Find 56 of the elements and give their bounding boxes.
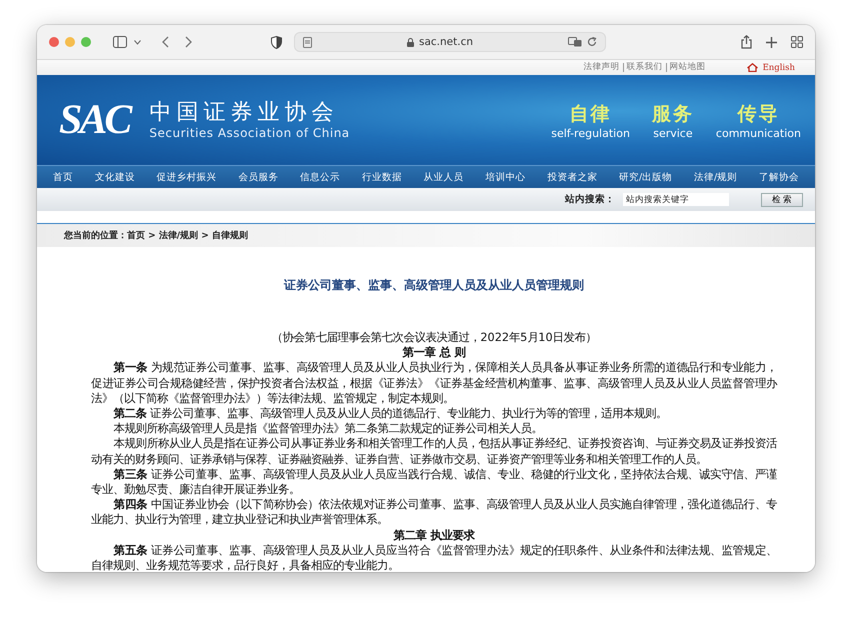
nav-link[interactable]: 从业人员 (424, 170, 464, 184)
page-icon (303, 36, 312, 48)
slogan-caption: self-regulation (551, 126, 630, 140)
slogan-caption: service (653, 126, 693, 140)
tab-overview-icon[interactable] (791, 36, 803, 48)
article-paragraph: 第四条 中国证券业协会（以下简称协会）依法依规对证券公司董事、监事、高级管理人员及从业人员实施自律管理，强化道德品行、专业能力、执业行为管理，建立执业登记和执业声誉管理体系。 (91, 497, 777, 528)
nav-link[interactable]: 了解协会 (759, 170, 799, 184)
search-field[interactable]: 站内搜索关键字 (623, 193, 729, 206)
nav-link[interactable]: 信息公示 (300, 170, 340, 184)
back-icon[interactable] (162, 36, 169, 48)
forward-icon[interactable] (185, 36, 192, 48)
address-bar[interactable]: sac.net.cn (294, 32, 606, 52)
nav-link[interactable]: 会员服务 (238, 170, 278, 184)
top-link[interactable]: 网站地图 (666, 63, 709, 72)
nav-link[interactable]: 促进乡村振兴 (156, 170, 217, 184)
nav-link[interactable]: 行业数据 (362, 170, 402, 184)
slogan-text: 传导 (737, 102, 780, 126)
translate-icon[interactable] (568, 37, 582, 47)
article-paragraph: 本规则所称从业人员是指在证券公司从事证券业务和相关管理工作的人员，包括从事证券经纪、证券投资咨询、与证券交易及证券投资活动有关的财务顾问、证券承销与保荐、证券融资融券、证券自营、证券做市交易、证券资产管理等业务和相关管理工作的人员。 (91, 436, 777, 467)
organization-name: 中国证券业协会 (149, 100, 340, 126)
nav-link[interactable]: 首页 (53, 170, 73, 184)
sidebar-icon[interactable] (113, 36, 127, 48)
breadcrumb-text: 您当前的位置：首页 > 法律/规则 > 自律规则 (64, 229, 248, 242)
nav-link[interactable]: 投资者之家 (547, 170, 598, 184)
english-link[interactable]: English (762, 62, 795, 72)
chapter-heading: 第二章 执业要求 (392, 528, 476, 543)
new-tab-icon[interactable] (766, 36, 777, 48)
reload-icon[interactable] (587, 37, 597, 47)
top-link[interactable]: 法律声明 (580, 63, 623, 72)
url-text: sac.net.cn (418, 36, 473, 48)
search-button[interactable]: 检 索 (761, 192, 803, 206)
lock-icon (406, 38, 414, 46)
share-icon[interactable] (741, 35, 752, 49)
article-paragraph: 第二条 证券公司董事、监事、高级管理人员及从业人员的道德品行、专业能力、执业行为等的管理，适用本规则。 (112, 406, 668, 422)
article-paragraph: 本规则所称高级管理人员是指《监督管理办法》第二条第二款规定的证券公司相关人员。 (112, 421, 544, 436)
close-window-button[interactable] (49, 37, 59, 47)
nav-link[interactable]: 培训中心 (485, 170, 526, 184)
nav-link[interactable]: 研究/出版物 (619, 170, 672, 184)
article-paragraph: 第三条 证券公司董事、监事、高级管理人员及从业人员应当践行合规、诚信、专业、稳健的行业文化，坚持依法合规、诚实守信、严谨专业、勤勉尽责、廉洁自律开展证券业务。 (91, 466, 777, 498)
slogan-text: 自律 (570, 102, 612, 126)
organization-name-english: Securities Association of China (149, 126, 350, 140)
chapter-heading: 第一章 总 则 (402, 345, 466, 360)
slogan-caption: communication (716, 126, 801, 140)
house-icon (746, 63, 758, 72)
article-title: 证券公司董事、监事、高级管理人员及从业人员管理规则 (282, 277, 585, 294)
nav-link[interactable]: 文化建设 (94, 170, 135, 184)
slogan-text: 服务 (652, 102, 694, 126)
article-subtitle: （协会第七届理事会第七次会议表决通过，2022年5月10日发布） (270, 330, 598, 346)
article-paragraph: 第五条 证券公司董事、监事、高级管理人员及从业人员应当符合《监督管理办法》规定的任职条件、从业条件和法律法规、监管规定、自律规则、业务规范等要求，品行良好，具备相应的专业能力。 (91, 542, 777, 572)
article-paragraph: 第一条 为规范证券公司董事、监事、高级管理人员及从业人员执业行为，保障相关人员具备从事证券业务所需的道德品行和专业能力，促进证券公司合规稳健经营，保护投资者合法权益，根据《证券法》《证券基金经营机构董事、监事、高级管理人员及从业人员监督管理办法》（以下简称《监督管理办法》）等法律法规、监管规定，制定本规则。 (91, 360, 777, 406)
logo-text: SAC (59, 96, 130, 144)
nav-link[interactable]: 法律/规则 (694, 170, 738, 184)
top-link[interactable]: 联系我们 (622, 63, 666, 72)
shield-icon[interactable] (271, 36, 282, 48)
search-label: 站内搜索： (565, 193, 615, 206)
chevron-down-icon[interactable] (134, 40, 141, 44)
